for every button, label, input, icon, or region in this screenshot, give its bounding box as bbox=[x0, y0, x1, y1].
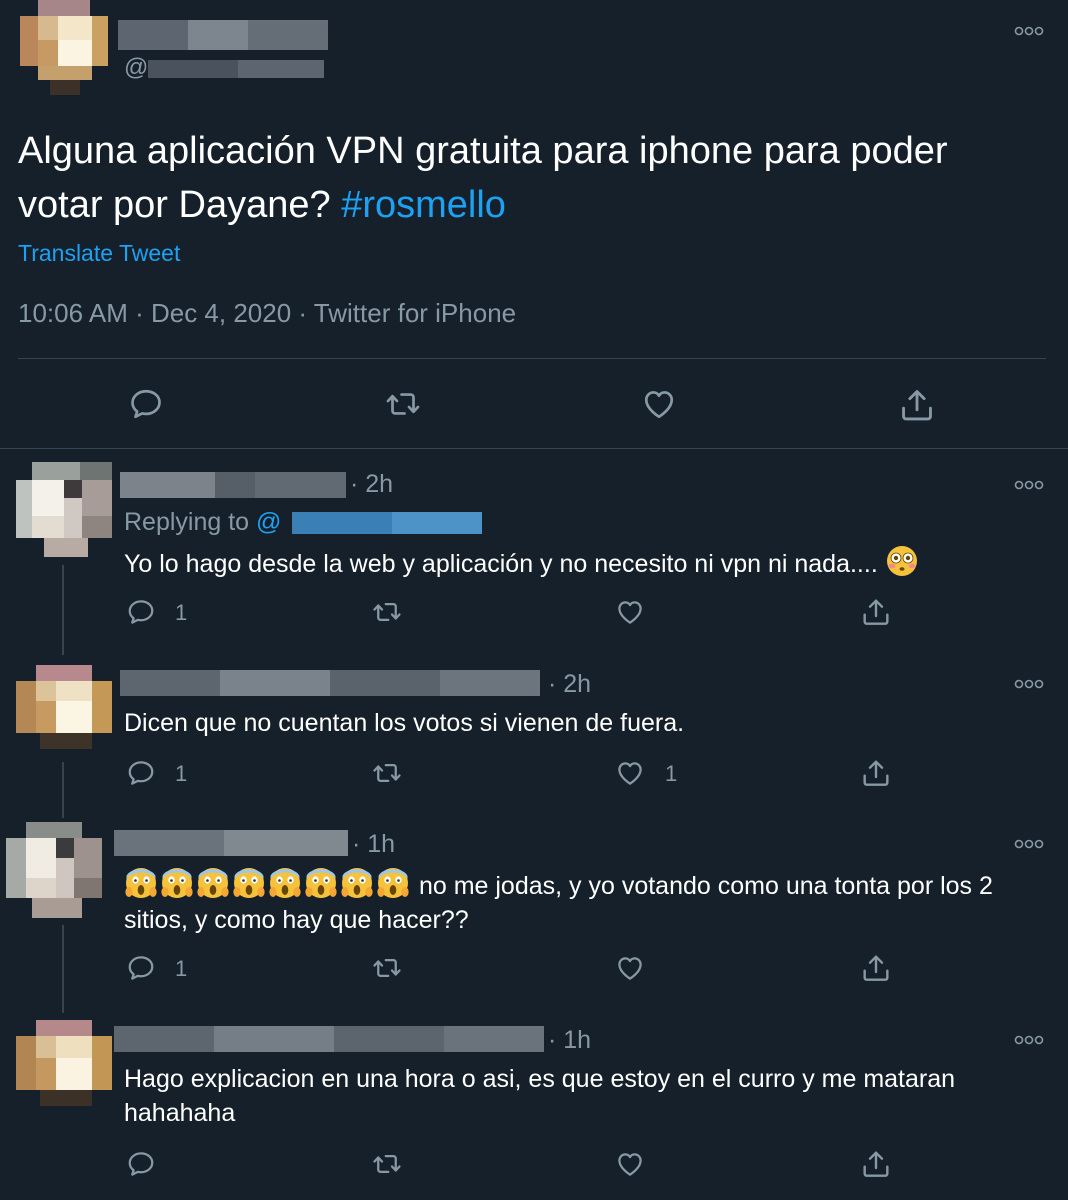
replying-to: Replying to @ bbox=[124, 508, 281, 537]
reply-count: 1 bbox=[175, 956, 188, 981]
retweet-icon[interactable] bbox=[370, 758, 404, 788]
screaming-face-emoji bbox=[124, 866, 158, 900]
main-author-name-redacted[interactable] bbox=[118, 20, 328, 50]
reply-text: Dicen que no cuentan los votos si vienen… bbox=[124, 709, 685, 737]
retweet-icon[interactable] bbox=[370, 1149, 404, 1179]
replying-to-handle-redacted bbox=[292, 512, 482, 534]
retweet-icon[interactable] bbox=[370, 597, 404, 627]
reply-author-name-redacted[interactable] bbox=[120, 472, 346, 498]
main-author-avatar[interactable] bbox=[20, 0, 108, 95]
share-icon[interactable] bbox=[860, 596, 892, 628]
share-icon[interactable] bbox=[860, 1148, 892, 1180]
replying-to-handle[interactable]: @ bbox=[256, 508, 281, 536]
reply-count: 1 bbox=[175, 761, 188, 786]
reply-count: 1 bbox=[175, 600, 188, 625]
thread-line bbox=[62, 565, 64, 655]
reply-text: no me jodas, y yo votando como una tonta… bbox=[124, 866, 1044, 937]
screaming-face-emoji bbox=[232, 866, 266, 900]
main-tweet-text: Alguna aplicación VPN gratuita para ipho… bbox=[18, 124, 1038, 232]
like-icon[interactable] bbox=[614, 597, 646, 627]
timestamp-divider bbox=[18, 358, 1046, 359]
share-icon[interactable] bbox=[860, 757, 892, 789]
retweet-icon[interactable] bbox=[370, 953, 404, 983]
thread-line bbox=[62, 762, 64, 818]
like-icon[interactable] bbox=[614, 1149, 646, 1179]
more-icon[interactable] bbox=[1014, 1033, 1044, 1047]
reply-author-name-redacted[interactable] bbox=[120, 670, 540, 696]
hashtag-link[interactable]: #rosmello bbox=[341, 184, 506, 226]
main-author-handle[interactable]: @ bbox=[124, 54, 148, 82]
replying-to-label: Replying to bbox=[124, 508, 257, 536]
reply-icon[interactable] bbox=[126, 597, 156, 627]
share-icon[interactable] bbox=[860, 952, 892, 984]
reply-icon[interactable] bbox=[126, 953, 156, 983]
more-icon[interactable] bbox=[1014, 837, 1044, 851]
thread-line bbox=[62, 925, 64, 1013]
main-tweet-divider bbox=[0, 448, 1068, 449]
like-icon[interactable] bbox=[614, 758, 646, 788]
handle-prefix: @ bbox=[124, 54, 149, 81]
reply-author-avatar[interactable] bbox=[16, 462, 112, 557]
reply-text: Hago explicacion en una hora o asi, es q… bbox=[124, 1065, 956, 1127]
screaming-face-emoji bbox=[340, 866, 374, 900]
reply-icon[interactable] bbox=[126, 758, 156, 788]
reply-icon[interactable] bbox=[128, 386, 164, 422]
screaming-face-emoji bbox=[196, 866, 230, 900]
reply-time[interactable]: · 1h bbox=[548, 1026, 591, 1055]
screaming-face-emoji bbox=[160, 866, 194, 900]
screaming-face-emoji bbox=[304, 866, 338, 900]
screaming-face-emoji bbox=[376, 866, 410, 900]
reply-author-name-redacted[interactable] bbox=[114, 830, 348, 856]
more-icon[interactable] bbox=[1014, 24, 1044, 38]
reply-author-avatar[interactable] bbox=[16, 665, 112, 749]
screaming-face-emoji bbox=[268, 866, 302, 900]
retweet-icon[interactable] bbox=[384, 386, 422, 422]
reply-time[interactable]: · 2h bbox=[350, 470, 393, 499]
reply-author-avatar[interactable] bbox=[16, 1020, 112, 1106]
more-icon[interactable] bbox=[1014, 677, 1044, 691]
reply-time[interactable]: · 2h bbox=[548, 670, 591, 699]
flushed-face-emoji bbox=[885, 544, 919, 578]
more-icon[interactable] bbox=[1014, 478, 1044, 492]
reply-time[interactable]: · 1h bbox=[352, 830, 395, 859]
like-icon[interactable] bbox=[640, 386, 678, 422]
main-author-handle-redacted bbox=[148, 60, 324, 78]
reply-body: Yo lo hago desde la web y aplicación y n… bbox=[124, 550, 885, 578]
reply-icon[interactable] bbox=[126, 1149, 156, 1179]
like-icon[interactable] bbox=[614, 953, 646, 983]
translate-tweet-link[interactable]: Translate Tweet bbox=[18, 240, 180, 267]
reply-author-name-redacted[interactable] bbox=[114, 1026, 544, 1052]
tweet-timestamp: 10:06 AM · Dec 4, 2020 · Twitter for iPh… bbox=[18, 298, 517, 328]
reply-author-avatar[interactable] bbox=[6, 822, 102, 918]
like-count: 1 bbox=[665, 761, 678, 786]
reply-text: Yo lo hago desde la web y aplicación y n… bbox=[124, 544, 1044, 581]
share-icon[interactable] bbox=[898, 386, 936, 424]
